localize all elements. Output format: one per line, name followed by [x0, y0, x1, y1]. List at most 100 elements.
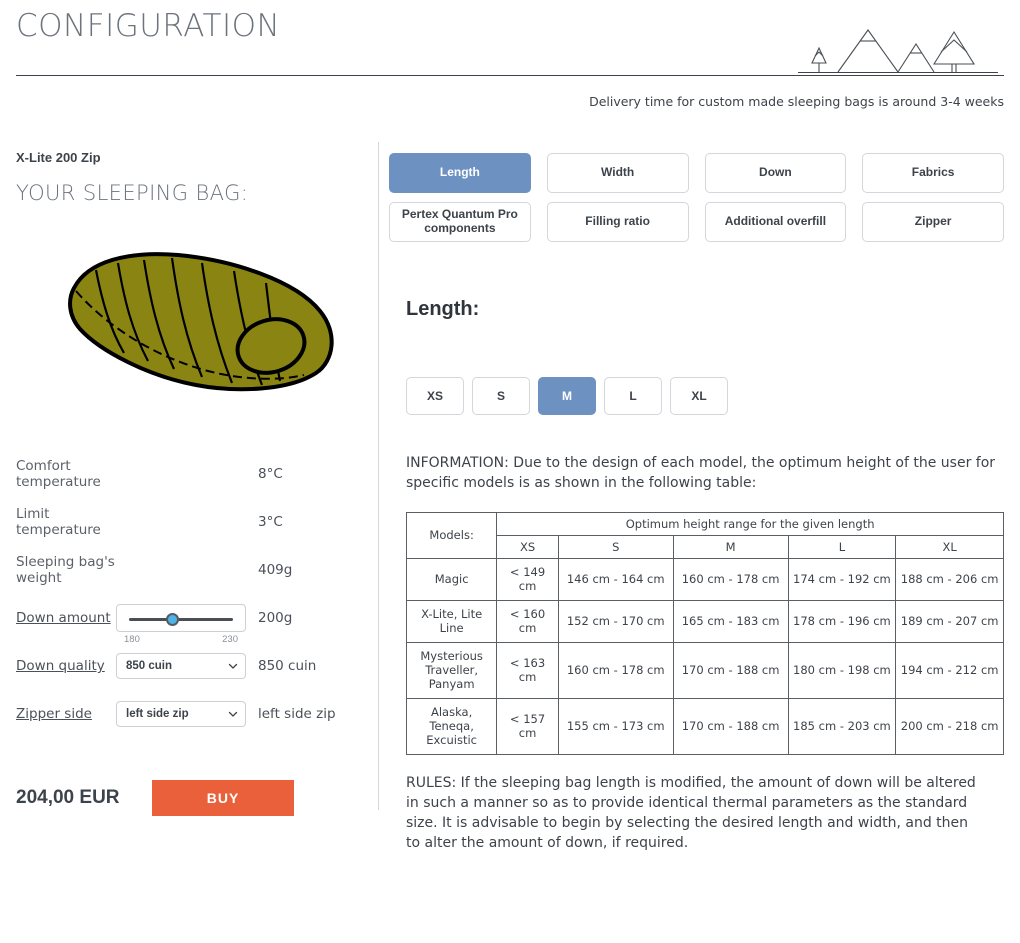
- column-divider: [378, 142, 379, 810]
- table-cell-xs: < 149 cm: [496, 557, 559, 601]
- size-button-xl[interactable]: XL: [670, 377, 728, 415]
- table-cell-s: 152 cm - 170 cm: [557, 599, 674, 643]
- down-amount-value: 200g: [258, 610, 293, 626]
- table-cell-xs: < 157 cm: [496, 697, 559, 755]
- table-cell-l: 180 cm - 198 cm: [787, 641, 897, 699]
- down-amount-slider[interactable]: [116, 604, 246, 632]
- slider-scale: 180 230: [116, 634, 246, 645]
- spec-row-sleeping-bag-weight: Sleeping bag's weight 409g: [16, 546, 362, 594]
- tab-pertex-quantum-pro-components[interactable]: Pertex Quantum Pro components: [389, 202, 531, 242]
- table-cell-model: Alaska, Teneqa, Excuistic: [405, 697, 498, 755]
- spec-value: 3°C: [258, 514, 283, 530]
- table-cell-s: 155 cm - 173 cm: [557, 697, 674, 755]
- table-row: Magic < 149 cm 146 cm - 164 cm 160 cm - …: [405, 557, 1004, 601]
- table-row: Mysterious Traveller, Panyam < 163 cm 16…: [405, 641, 1004, 699]
- table-cell-xs: < 163 cm: [496, 641, 559, 699]
- chevron-down-icon: [228, 711, 238, 717]
- sleeping-bag-illustration: [68, 252, 334, 392]
- table-header-row-group: Models: Optimum height range for the giv…: [405, 511, 1004, 559]
- down-amount-control: 180 230: [116, 604, 246, 645]
- table-row: X-Lite, Lite Line < 160 cm 152 cm - 170 …: [405, 599, 1004, 643]
- table-header-xs: XS: [496, 534, 559, 559]
- table-cell-m: 170 cm - 188 cm: [672, 641, 789, 699]
- down-quality-selected: 850 cuin: [126, 660, 173, 672]
- option-tabs: Length Width Down Fabrics Pertex Quantum…: [389, 153, 1004, 242]
- table-cell-model: Mysterious Traveller, Panyam: [405, 641, 498, 699]
- table-header-l: L: [787, 534, 897, 559]
- table-cell-m: 165 cm - 183 cm: [672, 599, 789, 643]
- down-quality-control: 850 cuin: [116, 653, 246, 679]
- size-button-l[interactable]: L: [604, 377, 662, 415]
- down-quality-select[interactable]: 850 cuin: [116, 653, 246, 679]
- rules-text: RULES: If the sleeping bag length is mod…: [406, 774, 976, 852]
- table-header-row-sizes: XS S M L XL: [407, 534, 1004, 559]
- size-button-xs[interactable]: XS: [406, 377, 464, 415]
- table-cell-s: 146 cm - 164 cm: [557, 557, 674, 601]
- spec-row-comfort-temperature: Comfort temperature 8°C: [16, 450, 362, 498]
- table-header-xl: XL: [895, 534, 1004, 559]
- tab-width[interactable]: Width: [546, 153, 689, 193]
- tab-zipper[interactable]: Zipper: [862, 202, 1004, 242]
- mountains-and-trees-icon: [798, 29, 998, 73]
- page-title: CONFIGURATION: [16, 8, 281, 44]
- spec-value: 409g: [258, 562, 293, 578]
- price: 204,00 EUR: [16, 787, 120, 808]
- zipper-side-value: left side zip: [258, 706, 336, 722]
- table-cell-l: 174 cm - 192 cm: [787, 557, 897, 601]
- table-cell-xl: 194 cm - 212 cm: [895, 641, 1004, 699]
- table-cell-s: 160 cm - 178 cm: [557, 641, 674, 699]
- table-header-s: S: [557, 534, 674, 559]
- tab-down[interactable]: Down: [704, 153, 847, 193]
- table-header-m: M: [672, 534, 789, 559]
- size-button-m[interactable]: M: [538, 377, 596, 415]
- chevron-down-icon: [228, 663, 238, 669]
- spec-row-down-amount: Down amount 180 230 200g: [16, 594, 362, 645]
- table-cell-xl: 188 cm - 206 cm: [895, 557, 1004, 601]
- right-panel: Length Width Down Fabrics Pertex Quantum…: [389, 153, 1004, 854]
- tab-fabrics[interactable]: Fabrics: [862, 153, 1004, 193]
- information-text: INFORMATION: Due to the design of each m…: [406, 455, 996, 492]
- table-header-models: Models:: [405, 511, 498, 559]
- zipper-side-selected: left side zip: [126, 708, 189, 720]
- spec-value: 8°C: [258, 466, 283, 482]
- table-cell-l: 178 cm - 196 cm: [787, 599, 897, 643]
- slider-track: [129, 618, 233, 621]
- optimum-height-table: Models: Optimum height range for the giv…: [405, 511, 1004, 755]
- spec-label: Limit temperature: [16, 506, 101, 538]
- slider-max-label: 230: [222, 634, 238, 645]
- table-row: Alaska, Teneqa, Excuistic < 157 cm 155 c…: [405, 697, 1004, 755]
- tab-additional-overfill[interactable]: Additional overfill: [704, 202, 847, 242]
- table-header-group: Optimum height range for the given lengt…: [496, 511, 1004, 536]
- specs-list: Comfort temperature 8°C Limit temperatur…: [16, 450, 362, 738]
- slider-min-label: 180: [124, 634, 140, 645]
- spec-row-limit-temperature: Limit temperature 3°C: [16, 498, 362, 546]
- delivery-note: Delivery time for custom made sleeping b…: [589, 94, 1004, 109]
- left-panel: X-Lite 200 Zip YOUR SLEEPING BAG: Comfor…: [16, 150, 362, 816]
- down-quality-value: 850 cuin: [258, 658, 317, 674]
- length-size-selector: XS S M L XL: [406, 377, 1004, 415]
- table-cell-l: 185 cm - 203 cm: [787, 697, 897, 755]
- product-name: X-Lite 200 Zip: [16, 150, 101, 165]
- zipper-side-control: left side zip: [116, 701, 246, 727]
- down-quality-label[interactable]: Down quality: [16, 658, 116, 674]
- spec-row-down-quality: Down quality 850 cuin 850 cuin: [16, 642, 362, 690]
- section-title: Length:: [406, 298, 480, 320]
- table-cell-model: Magic: [405, 557, 498, 601]
- zipper-side-label[interactable]: Zipper side: [16, 706, 116, 722]
- buy-button[interactable]: BUY: [152, 780, 294, 816]
- table-cell-xs: < 160 cm: [496, 599, 559, 643]
- table-cell-model: X-Lite, Lite Line: [405, 599, 498, 643]
- spec-row-zipper-side: Zipper side left side zip left side zip: [16, 690, 362, 738]
- table-cell-xl: 189 cm - 207 cm: [895, 599, 1004, 643]
- zipper-side-select[interactable]: left side zip: [116, 701, 246, 727]
- purchase-row: 204,00 EUR BUY: [16, 780, 362, 816]
- down-amount-label[interactable]: Down amount: [16, 610, 116, 626]
- spec-label: Comfort temperature: [16, 458, 101, 490]
- your-sleeping-bag-heading: YOUR SLEEPING BAG:: [16, 181, 249, 205]
- size-button-s[interactable]: S: [472, 377, 530, 415]
- slider-thumb[interactable]: [166, 613, 179, 626]
- tab-filling-ratio[interactable]: Filling ratio: [546, 202, 689, 242]
- tab-length[interactable]: Length: [389, 153, 531, 193]
- table-cell-xl: 200 cm - 218 cm: [895, 697, 1004, 755]
- table-cell-m: 170 cm - 188 cm: [672, 697, 789, 755]
